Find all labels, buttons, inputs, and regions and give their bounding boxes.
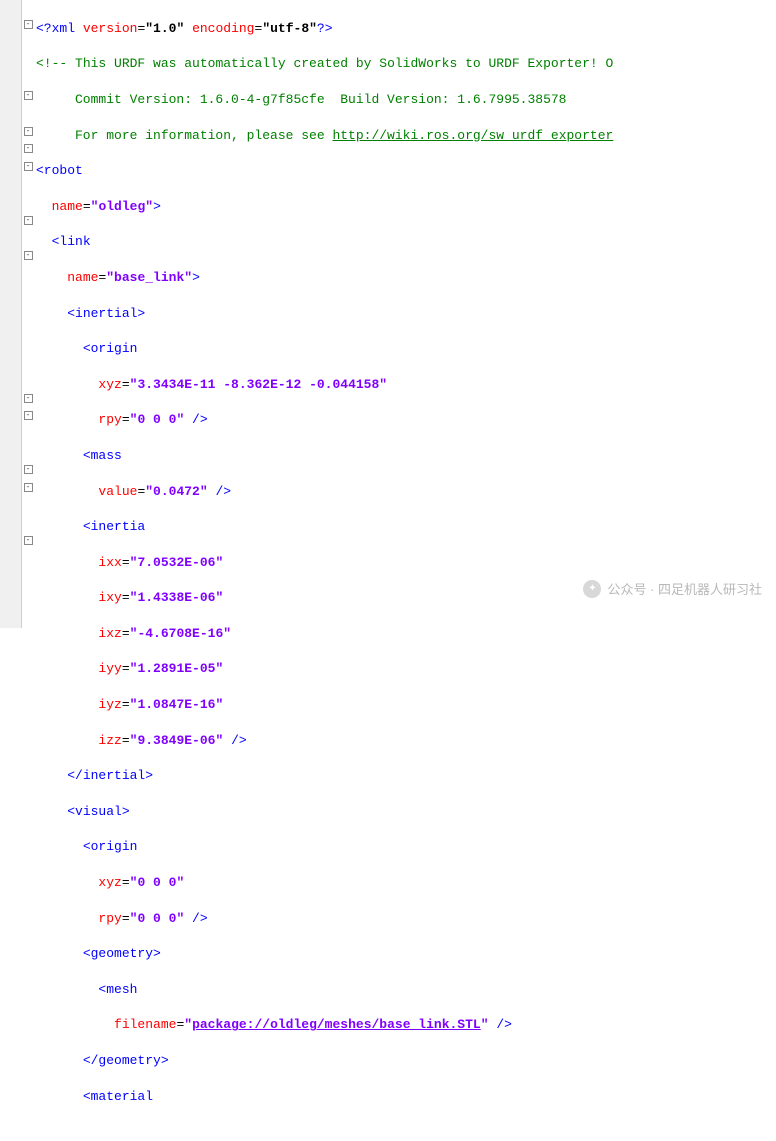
tag-mass: <mass bbox=[83, 448, 122, 463]
fold-toggle-icon[interactable]: - bbox=[24, 536, 33, 545]
line-number-gutter bbox=[0, 0, 22, 628]
code-editor: - - - - - - - - - - - - <?xml version="1… bbox=[0, 0, 776, 628]
comment-line: For more information, please see bbox=[36, 128, 332, 143]
link-url[interactable]: package://oldleg/meshes/base_link.STL bbox=[192, 1017, 481, 1032]
comment-open: <!-- bbox=[36, 56, 75, 71]
comment-line: Commit Version: 1.6.0-4-g7f85cfe Build V… bbox=[36, 92, 567, 107]
tag-visual: <visual> bbox=[67, 804, 129, 819]
tag-inertial-close: </inertial> bbox=[67, 768, 153, 783]
comment-line: This URDF was automatically created by S… bbox=[75, 56, 613, 71]
tag-link: <link bbox=[52, 234, 91, 249]
xml-decl-open: <? bbox=[36, 21, 52, 36]
tag-geometry-close: </geometry> bbox=[83, 1053, 169, 1068]
fold-toggle-icon[interactable]: - bbox=[24, 91, 33, 100]
link-url[interactable]: http://wiki.ros.org/sw_urdf_exporter bbox=[332, 128, 613, 143]
fold-toggle-icon[interactable]: - bbox=[24, 162, 33, 171]
tag-material: <material bbox=[83, 1089, 153, 1104]
tag-robot: <robot bbox=[36, 163, 83, 178]
fold-toggle-icon[interactable]: - bbox=[24, 144, 33, 153]
fold-toggle-icon[interactable]: - bbox=[24, 251, 33, 260]
tag-origin: <origin bbox=[83, 839, 138, 854]
fold-toggle-icon[interactable]: - bbox=[24, 20, 33, 29]
fold-toggle-icon[interactable]: - bbox=[24, 483, 33, 492]
fold-toggle-icon[interactable]: - bbox=[24, 394, 33, 403]
tag-inertia: <inertia bbox=[83, 519, 145, 534]
fold-toggle-icon[interactable]: - bbox=[24, 216, 33, 225]
fold-toggle-icon[interactable]: - bbox=[24, 127, 33, 136]
fold-toggle-icon[interactable]: - bbox=[24, 411, 33, 420]
tag-geometry: <geometry> bbox=[83, 946, 161, 961]
tag-inertial: <inertial> bbox=[67, 306, 145, 321]
fold-column: - - - - - - - - - - - - bbox=[22, 0, 34, 628]
tag-origin: <origin bbox=[83, 341, 138, 356]
fold-toggle-icon[interactable]: - bbox=[24, 465, 33, 474]
code-content[interactable]: <?xml version="1.0" encoding="utf-8"?> <… bbox=[34, 0, 617, 628]
tag-mesh: <mesh bbox=[98, 982, 137, 997]
